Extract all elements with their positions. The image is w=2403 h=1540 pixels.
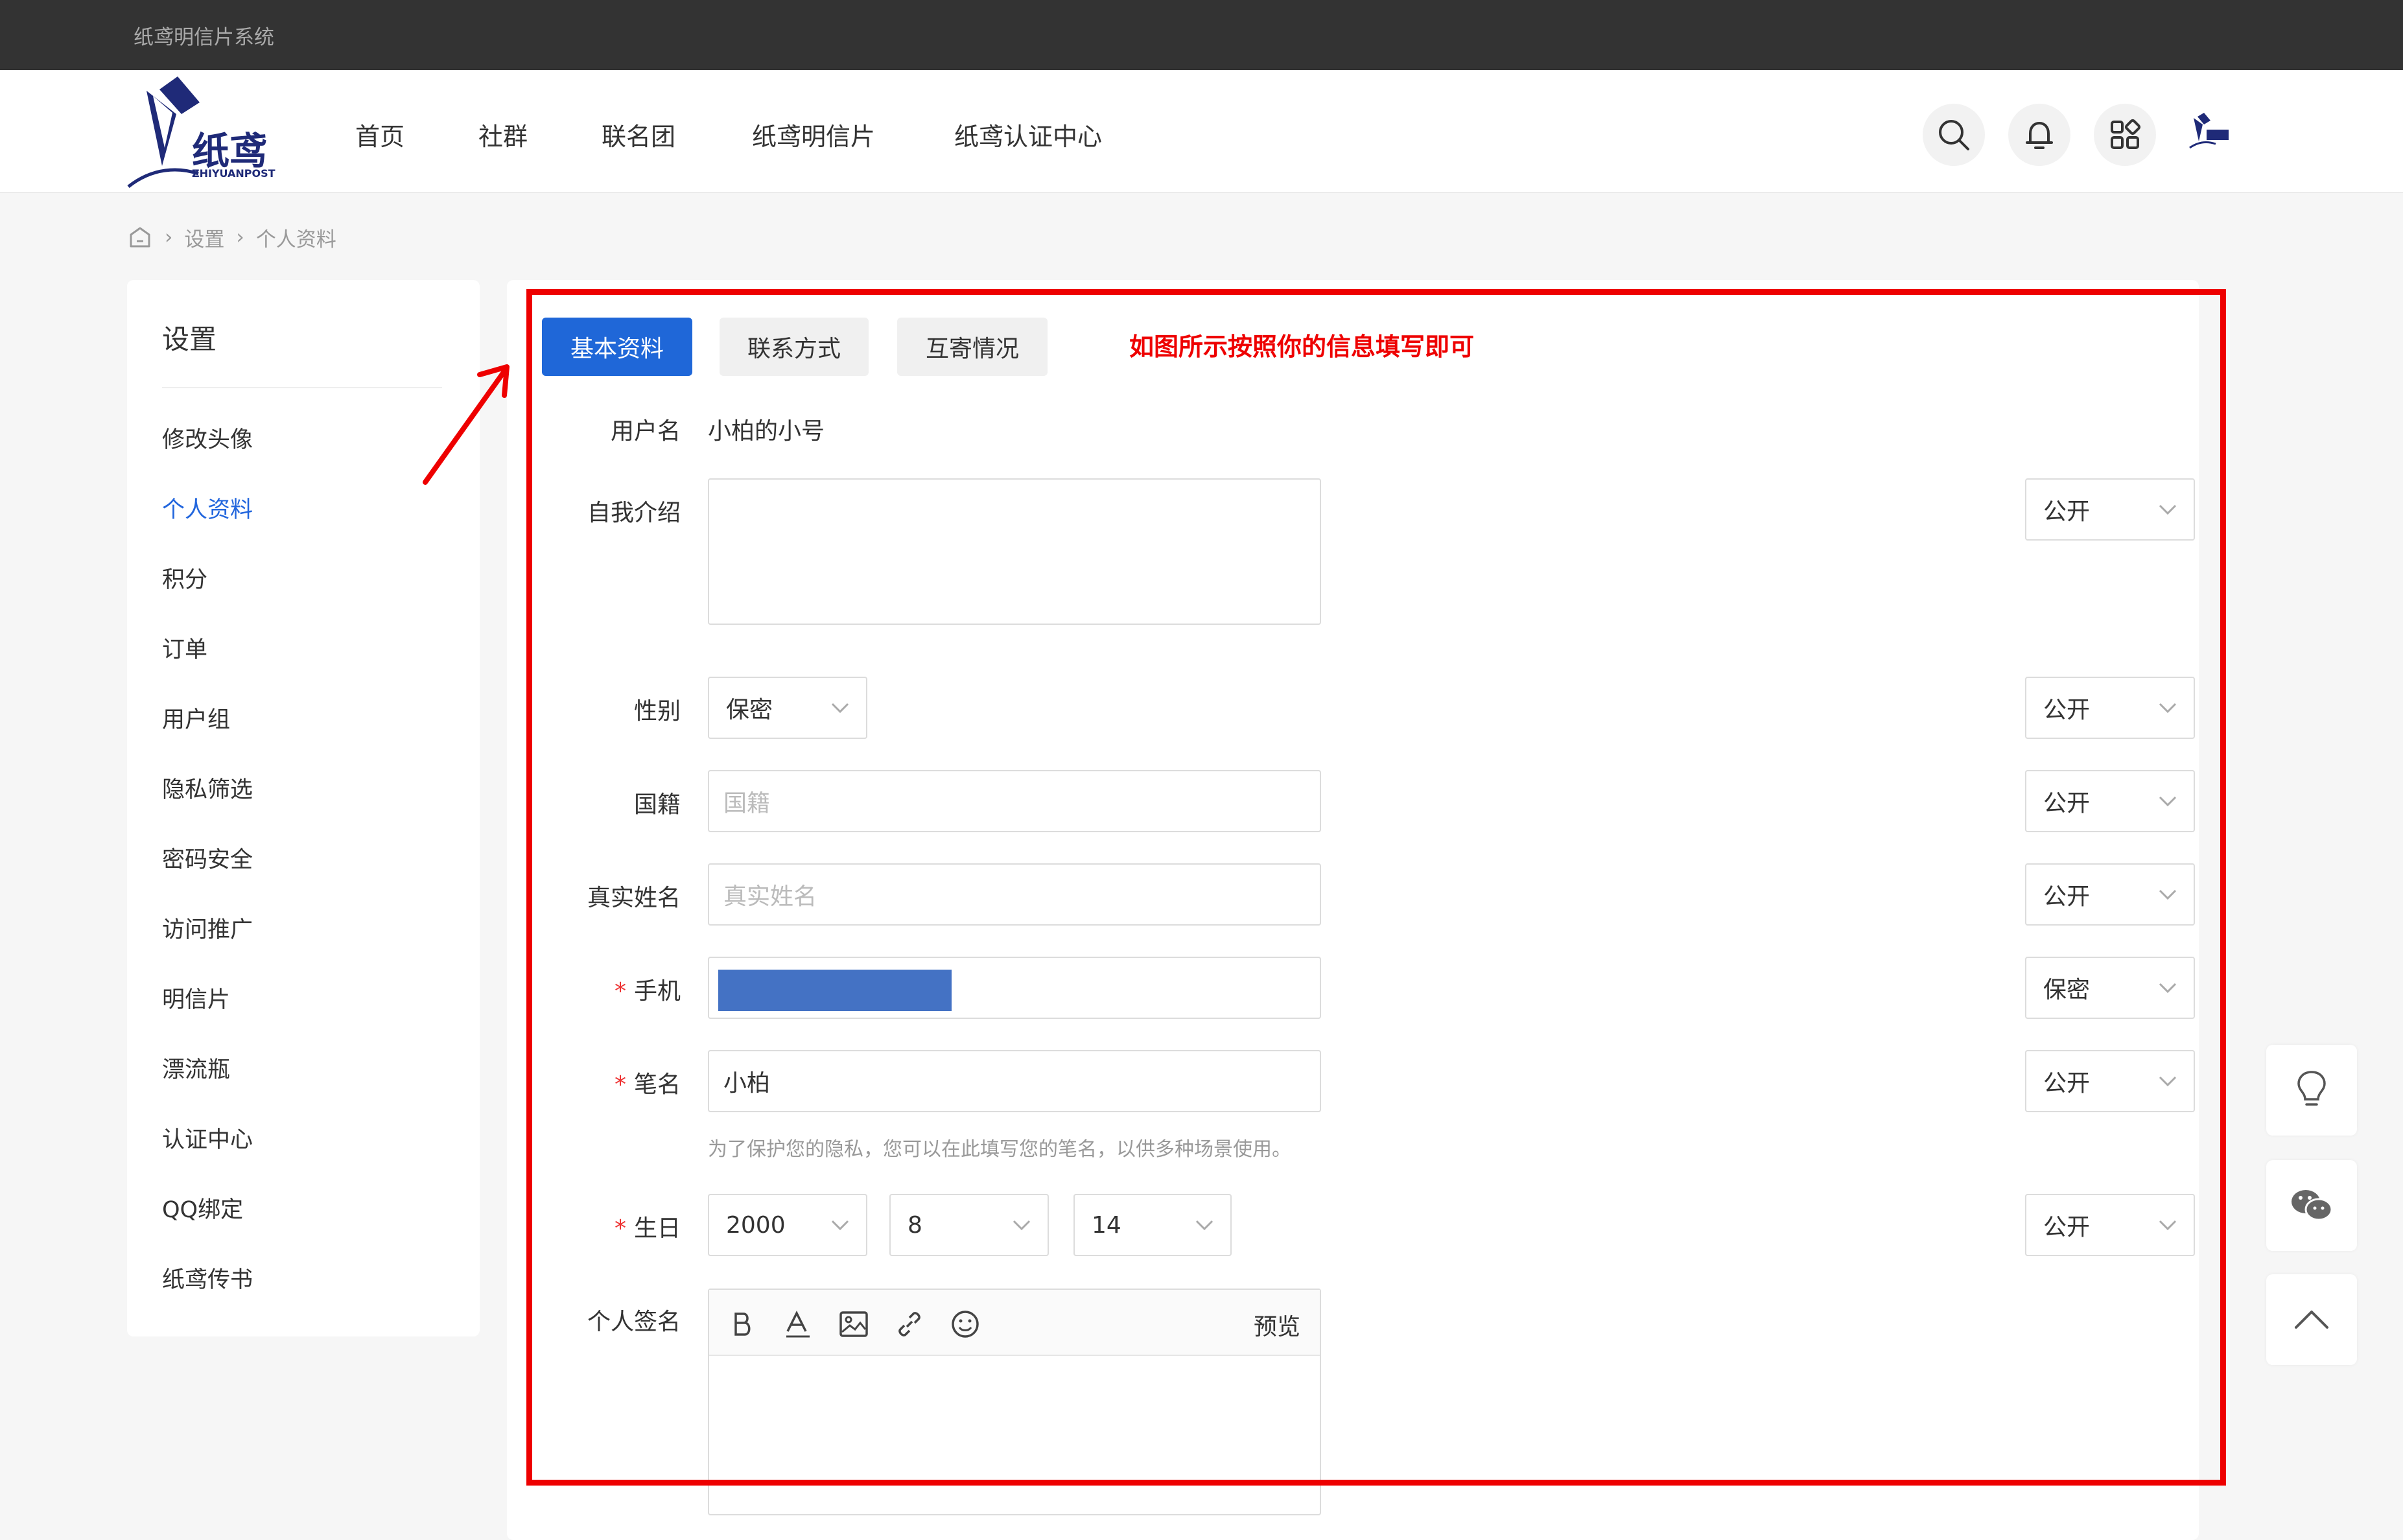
sidebar-divider (162, 387, 442, 388)
apps-button[interactable] (2094, 104, 2156, 166)
logo-subtitle: ZHIYUANPOST (192, 167, 275, 180)
sidebar-item-certification[interactable]: 认证中心 (162, 1121, 253, 1154)
search-icon (1939, 120, 1969, 150)
sidebar-title: 设置 (162, 323, 217, 355)
sidebar-item-password-security[interactable]: 密码安全 (162, 841, 253, 874)
nav-certification-center[interactable]: 纸鸢认证中心 (954, 117, 1102, 152)
search-button[interactable] (1923, 104, 1985, 166)
lightbulb-icon (2297, 1071, 2326, 1106)
annotation-box (526, 289, 2226, 1486)
breadcrumb: › 设置 › 个人资料 (127, 223, 336, 251)
tips-button[interactable] (2266, 1045, 2357, 1136)
breadcrumb-profile: 个人资料 (255, 228, 336, 251)
sidebar-item-orders[interactable]: 订单 (162, 631, 207, 664)
notification-button[interactable] (2008, 104, 2070, 166)
sidebar-item-avatar[interactable]: 修改头像 (162, 421, 253, 454)
sidebar-item-points[interactable]: 积分 (162, 561, 207, 594)
annotation-arrow-icon (423, 364, 510, 485)
breadcrumb-settings[interactable]: 设置 (184, 223, 224, 252)
sidebar-item-profile[interactable]: 个人资料 (162, 491, 253, 524)
apps-grid-icon (2111, 119, 2141, 149)
nav-home[interactable]: 首页 (355, 117, 404, 152)
wechat-button[interactable] (2266, 1160, 2357, 1251)
system-title: 纸鸢明信片系统 (134, 26, 274, 49)
bell-icon (2026, 122, 2053, 149)
sidebar-item-postcards[interactable]: 明信片 (162, 981, 230, 1014)
sidebar-item-qq-binding[interactable]: QQ绑定 (162, 1191, 243, 1224)
nav-joint-group[interactable]: 联名团 (602, 117, 675, 152)
nav-community[interactable]: 社群 (478, 117, 528, 152)
back-to-top-button[interactable] (2266, 1274, 2357, 1365)
wechat-icon (2292, 1190, 2333, 1221)
sidebar-item-privacy-filter[interactable]: 隐私筛选 (162, 771, 253, 804)
breadcrumb-separator: › (165, 226, 173, 249)
nav-postcard[interactable]: 纸鸢明信片 (752, 117, 875, 152)
user-avatar-icon[interactable] (2187, 110, 2234, 157)
chevron-up-icon (2295, 1311, 2328, 1329)
sidebar-item-user-group[interactable]: 用户组 (162, 701, 230, 734)
sidebar-item-referral[interactable]: 访问推广 (162, 911, 253, 944)
top-bar: 纸鸢明信片系统 (0, 0, 2403, 70)
sidebar-item-drift-bottle[interactable]: 漂流瓶 (162, 1051, 230, 1084)
home-icon[interactable] (127, 224, 153, 250)
sidebar-item-letters[interactable]: 纸鸢传书 (162, 1261, 253, 1294)
breadcrumb-separator: › (236, 226, 244, 249)
